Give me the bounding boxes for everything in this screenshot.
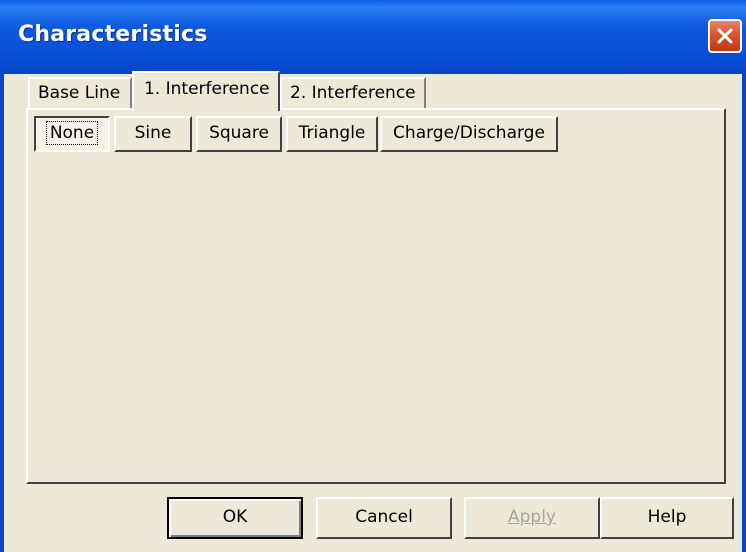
ok-button[interactable]: OK — [167, 497, 303, 539]
tab-base-line[interactable]: Base Line — [28, 77, 132, 109]
apply-button-label: Apply — [508, 507, 556, 527]
none-button[interactable]: None — [34, 116, 110, 152]
sine-button[interactable]: Sine — [114, 116, 192, 152]
square-button-label: Square — [209, 123, 269, 143]
tab-2-interference[interactable]: 2. Interference — [280, 77, 426, 109]
ok-button-label: OK — [222, 507, 248, 527]
window-title: Characteristics — [18, 22, 208, 47]
cancel-button[interactable]: Cancel — [316, 497, 452, 539]
tab-panel — [26, 108, 726, 484]
apply-button: Apply — [464, 497, 600, 539]
triangle-button[interactable]: Triangle — [286, 116, 378, 152]
charge-discharge-button[interactable]: Charge/Discharge — [380, 116, 558, 152]
tab-label: Base Line — [38, 83, 121, 103]
tab-label: 1. Interference — [144, 79, 270, 99]
close-button[interactable] — [708, 19, 742, 53]
cancel-button-label: Cancel — [355, 507, 413, 527]
square-button[interactable]: Square — [196, 116, 282, 152]
help-button[interactable]: Help — [600, 497, 734, 539]
none-button-label: None — [45, 121, 99, 145]
title-bar[interactable]: Characteristics — [0, 0, 746, 74]
triangle-button-label: Triangle — [298, 123, 366, 143]
tab-label: 2. Interference — [290, 83, 416, 103]
sine-button-label: Sine — [134, 123, 172, 143]
close-icon — [717, 28, 733, 44]
tab-1-interference[interactable]: 1. Interference — [132, 71, 280, 111]
help-button-label: Help — [647, 507, 687, 527]
characteristics-dialog: Characteristics Base Line 1. Interferenc… — [0, 0, 746, 552]
charge-discharge-button-label: Charge/Discharge — [393, 123, 545, 143]
